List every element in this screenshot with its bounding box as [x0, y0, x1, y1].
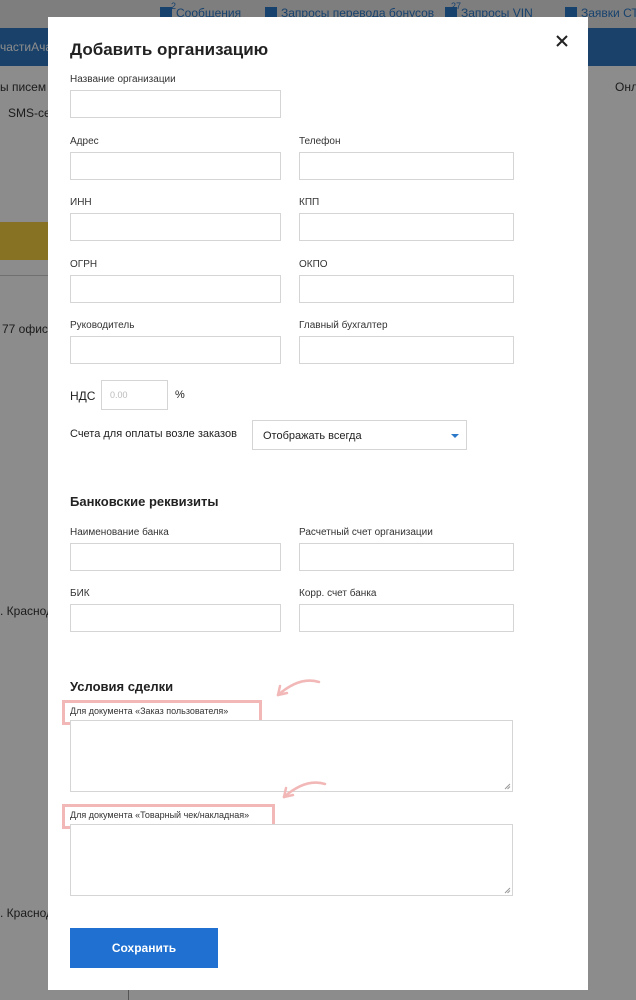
inn-input[interactable]: [70, 213, 281, 241]
org-name-label: Название организации: [70, 74, 176, 85]
invoices-select-value: Отображать всегда: [263, 430, 362, 442]
ogrn-input[interactable]: [70, 275, 281, 303]
inn-label: ИНН: [70, 197, 92, 208]
account-input[interactable]: [299, 543, 514, 571]
accountant-input[interactable]: [299, 336, 514, 364]
ogrn-label: ОГРН: [70, 259, 98, 270]
invoices-label: Счета для оплаты возле заказов: [70, 428, 237, 440]
okpo-label: ОКПО: [299, 259, 328, 270]
account-label: Расчетный счет организации: [299, 527, 433, 538]
bank-name-label: Наименование банка: [70, 527, 169, 538]
chevron-down-icon: [451, 434, 459, 438]
accountant-label: Главный бухгалтер: [299, 320, 388, 331]
resize-grip-icon[interactable]: [504, 887, 511, 894]
receipt-doc-label: Для документа «Товарный чек/накладная»: [70, 810, 250, 820]
add-organization-modal: Добавить организацию Название организаци…: [48, 17, 588, 990]
bank-name-input[interactable]: [70, 543, 281, 571]
bik-input[interactable]: [70, 604, 281, 632]
receipt-doc-textarea[interactable]: [70, 824, 513, 896]
invoices-select[interactable]: Отображать всегда: [252, 420, 467, 450]
kpp-label: КПП: [299, 197, 320, 208]
order-doc-label: Для документа «Заказ пользователя»: [70, 706, 229, 716]
bank-section-title: Банковские реквизиты: [70, 494, 219, 509]
org-name-input[interactable]: [70, 90, 281, 118]
resize-grip-icon[interactable]: [504, 783, 511, 790]
vat-label: НДС: [70, 389, 96, 403]
director-label: Руководитель: [70, 320, 135, 331]
terms-section-title: Условия сделки: [70, 679, 174, 694]
corr-account-label: Корр. счет банка: [299, 588, 377, 599]
bik-label: БИК: [70, 588, 90, 599]
arrow-icon: [282, 781, 327, 799]
kpp-input[interactable]: [299, 213, 514, 241]
phone-label: Телефон: [299, 136, 341, 147]
modal-title: Добавить организацию: [70, 40, 269, 59]
director-input[interactable]: [70, 336, 281, 364]
address-label: Адрес: [70, 136, 99, 147]
close-button[interactable]: [552, 31, 572, 51]
vat-input[interactable]: [101, 380, 168, 410]
corr-account-input[interactable]: [299, 604, 514, 632]
phone-input[interactable]: [299, 152, 514, 180]
address-input[interactable]: [70, 152, 281, 180]
vat-unit: %: [175, 389, 185, 401]
okpo-input[interactable]: [299, 275, 514, 303]
save-button[interactable]: Сохранить: [70, 928, 218, 968]
close-icon: [556, 35, 568, 47]
arrow-icon: [276, 679, 321, 697]
